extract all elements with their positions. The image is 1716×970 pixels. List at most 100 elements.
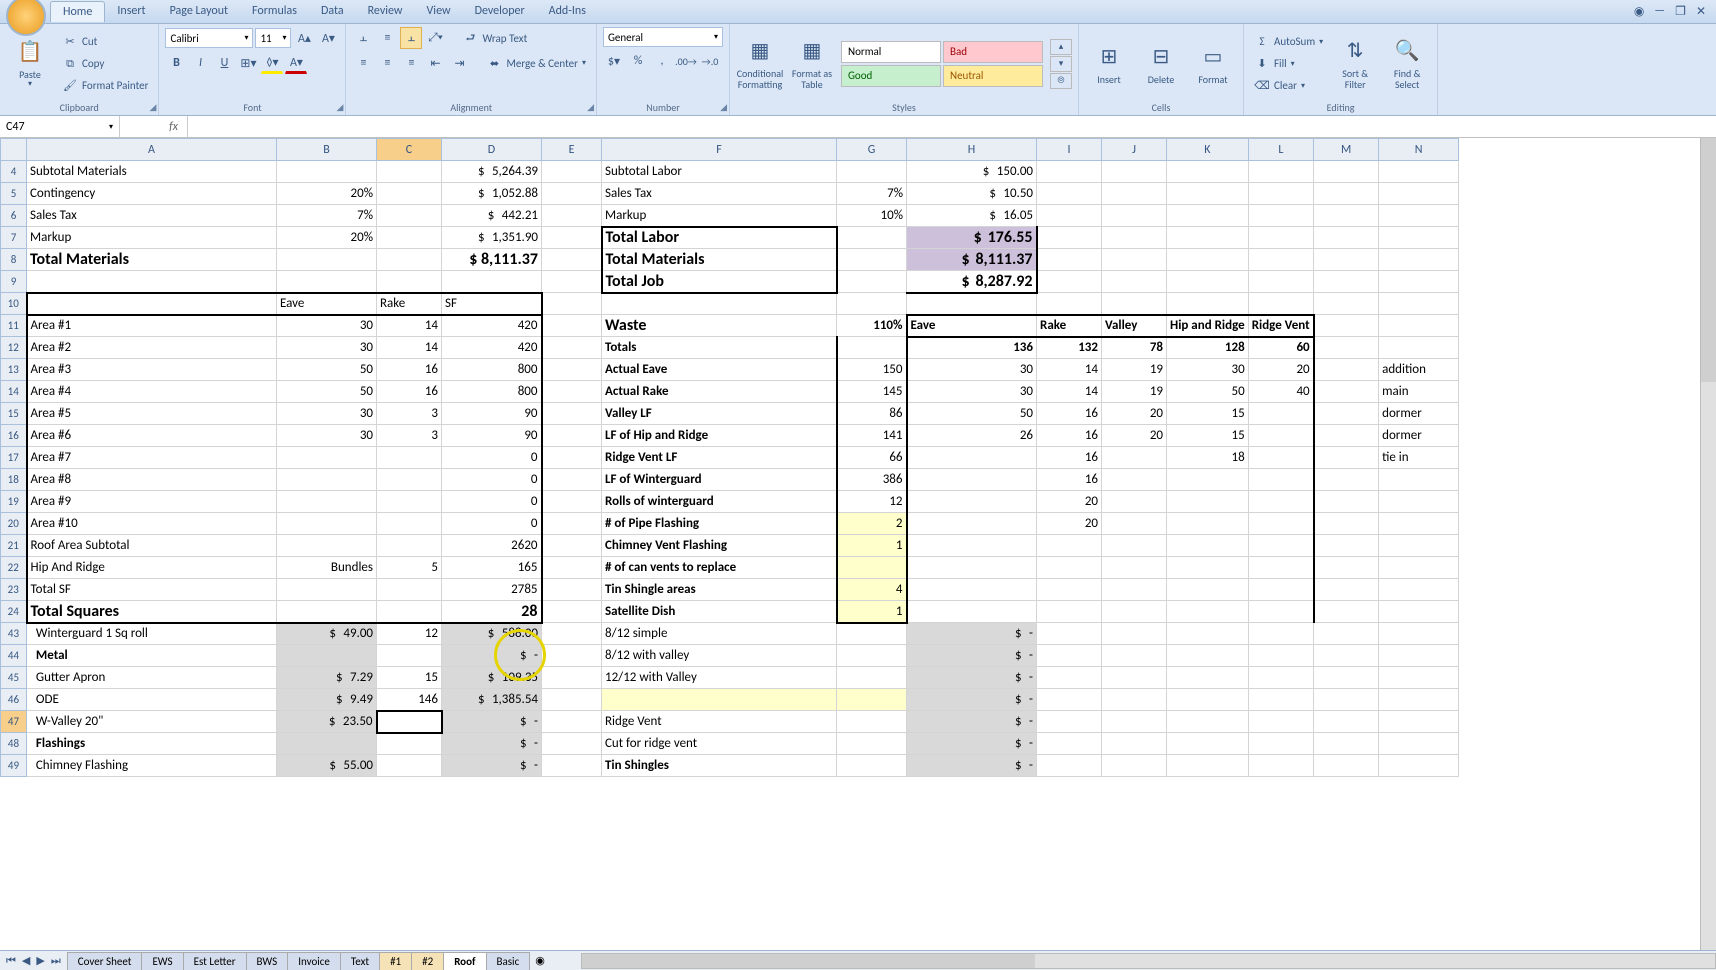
cell-K43[interactable] bbox=[1167, 623, 1249, 645]
ribbon-tab-home[interactable]: Home bbox=[50, 1, 105, 22]
cell-L4[interactable] bbox=[1248, 161, 1313, 183]
cell-N24[interactable] bbox=[1379, 601, 1459, 623]
cell-H23[interactable] bbox=[907, 579, 1037, 601]
styles-more-icon[interactable]: ⦾ bbox=[1050, 73, 1072, 89]
cell-C6[interactable] bbox=[377, 205, 442, 227]
cell-L8[interactable] bbox=[1248, 249, 1313, 271]
grow-font-icon[interactable]: A▴ bbox=[293, 27, 315, 49]
cell-L6[interactable] bbox=[1248, 205, 1313, 227]
cell-D17[interactable]: 0 bbox=[442, 447, 542, 469]
name-box[interactable]: C47▾ bbox=[0, 116, 120, 137]
merge-center-button[interactable]: ⬌Merge & Center▾ bbox=[482, 53, 590, 73]
cell-F45[interactable]: 12/12 with Valley bbox=[602, 667, 837, 689]
copy-button[interactable]: ⧉Copy bbox=[58, 54, 152, 74]
cell-G5[interactable]: 7% bbox=[837, 183, 907, 205]
sheet-tab-text[interactable]: Text bbox=[340, 952, 380, 970]
italic-button[interactable]: I bbox=[189, 52, 211, 74]
cell-E8[interactable] bbox=[542, 249, 602, 271]
cell-B24[interactable] bbox=[277, 601, 377, 623]
cell-N47[interactable] bbox=[1379, 711, 1459, 733]
cell-M9[interactable] bbox=[1314, 271, 1379, 293]
row-header-8[interactable]: 8 bbox=[1, 249, 27, 271]
new-sheet-icon[interactable]: ◉ bbox=[529, 954, 551, 967]
cell-D20[interactable]: 0 bbox=[442, 513, 542, 535]
cell-D46[interactable]: $1,385.54 bbox=[442, 689, 542, 711]
cell-J18[interactable] bbox=[1102, 469, 1167, 491]
cell-J5[interactable] bbox=[1102, 183, 1167, 205]
cell-L18[interactable] bbox=[1248, 469, 1313, 491]
cell-K12[interactable]: 128 bbox=[1167, 337, 1249, 359]
cell-D44[interactable]: $- bbox=[442, 645, 542, 667]
cell-A8[interactable]: Total Materials bbox=[27, 249, 277, 271]
cell-B17[interactable] bbox=[277, 447, 377, 469]
cell-M13[interactable] bbox=[1314, 359, 1379, 381]
cell-H47[interactable]: $- bbox=[907, 711, 1037, 733]
align-top-icon[interactable]: ⫠ bbox=[352, 27, 374, 49]
cell-K10[interactable] bbox=[1167, 293, 1249, 315]
cell-I5[interactable] bbox=[1037, 183, 1102, 205]
cell-J24[interactable] bbox=[1102, 601, 1167, 623]
cell-K23[interactable] bbox=[1167, 579, 1249, 601]
cell-A22[interactable]: Hip And Ridge bbox=[27, 557, 277, 579]
cell-D13[interactable]: 800 bbox=[442, 359, 542, 381]
cell-K11[interactable]: Hip and Ridge bbox=[1167, 315, 1249, 337]
cell-E6[interactable] bbox=[542, 205, 602, 227]
cell-C21[interactable] bbox=[377, 535, 442, 557]
row-header-49[interactable]: 49 bbox=[1, 755, 27, 777]
cell-H5[interactable]: $10.50 bbox=[907, 183, 1037, 205]
cell-M17[interactable] bbox=[1314, 447, 1379, 469]
cell-N48[interactable] bbox=[1379, 733, 1459, 755]
cell-F14[interactable]: Actual Rake bbox=[602, 381, 837, 403]
cell-L48[interactable] bbox=[1248, 733, 1313, 755]
cell-C9[interactable] bbox=[377, 271, 442, 293]
cell-K24[interactable] bbox=[1167, 601, 1249, 623]
cell-G43[interactable] bbox=[837, 623, 907, 645]
column-header-C[interactable]: C bbox=[377, 139, 442, 161]
cell-G9[interactable] bbox=[837, 271, 907, 293]
cell-F17[interactable]: Ridge Vent LF bbox=[602, 447, 837, 469]
cell-H46[interactable]: $- bbox=[907, 689, 1037, 711]
cell-L47[interactable] bbox=[1248, 711, 1313, 733]
cell-M43[interactable] bbox=[1314, 623, 1379, 645]
cell-A6[interactable]: Sales Tax bbox=[27, 205, 277, 227]
ribbon-tab-formulas[interactable]: Formulas bbox=[240, 1, 309, 22]
cell-style-good[interactable]: Good bbox=[841, 65, 941, 87]
minimize-icon[interactable]: — bbox=[1654, 4, 1665, 19]
cell-I49[interactable] bbox=[1037, 755, 1102, 777]
cell-F47[interactable]: Ridge Vent bbox=[602, 711, 837, 733]
cell-A43[interactable]: Winterguard 1 Sq roll bbox=[27, 623, 277, 645]
cell-M22[interactable] bbox=[1314, 557, 1379, 579]
cell-M14[interactable] bbox=[1314, 381, 1379, 403]
cell-K14[interactable]: 50 bbox=[1167, 381, 1249, 403]
cell-H11[interactable]: Eave bbox=[907, 315, 1037, 337]
cell-D47[interactable]: $- bbox=[442, 711, 542, 733]
cell-D43[interactable]: $588.00 bbox=[442, 623, 542, 645]
cell-M12[interactable] bbox=[1314, 337, 1379, 359]
cell-C49[interactable] bbox=[377, 755, 442, 777]
decrease-indent-icon[interactable]: ⇤ bbox=[424, 52, 446, 74]
cell-H18[interactable] bbox=[907, 469, 1037, 491]
font-color-button[interactable]: A▾ bbox=[285, 52, 307, 74]
cell-D19[interactable]: 0 bbox=[442, 491, 542, 513]
cell-style-normal[interactable]: Normal bbox=[841, 41, 941, 63]
cell-J19[interactable] bbox=[1102, 491, 1167, 513]
cell-B9[interactable] bbox=[277, 271, 377, 293]
cell-D8[interactable]: $ 8,111.37 bbox=[442, 249, 542, 271]
column-header-E[interactable]: E bbox=[542, 139, 602, 161]
sheet-tab-cover-sheet[interactable]: Cover Sheet bbox=[67, 952, 143, 970]
cell-M18[interactable] bbox=[1314, 469, 1379, 491]
cell-H49[interactable]: $- bbox=[907, 755, 1037, 777]
cell-L43[interactable] bbox=[1248, 623, 1313, 645]
cell-style-neutral[interactable]: Neutral bbox=[943, 65, 1043, 87]
cell-D45[interactable]: $109.35 bbox=[442, 667, 542, 689]
cell-E46[interactable] bbox=[542, 689, 602, 711]
cell-E13[interactable] bbox=[542, 359, 602, 381]
cell-N17[interactable]: tie in bbox=[1379, 447, 1459, 469]
cell-B44[interactable] bbox=[277, 645, 377, 667]
cell-E9[interactable] bbox=[542, 271, 602, 293]
cell-G47[interactable] bbox=[837, 711, 907, 733]
cell-D16[interactable]: 90 bbox=[442, 425, 542, 447]
cell-F8[interactable]: Total Materials bbox=[602, 249, 837, 271]
cell-B22[interactable]: Bundles bbox=[277, 557, 377, 579]
cell-A49[interactable]: Chimney Flashing bbox=[27, 755, 277, 777]
